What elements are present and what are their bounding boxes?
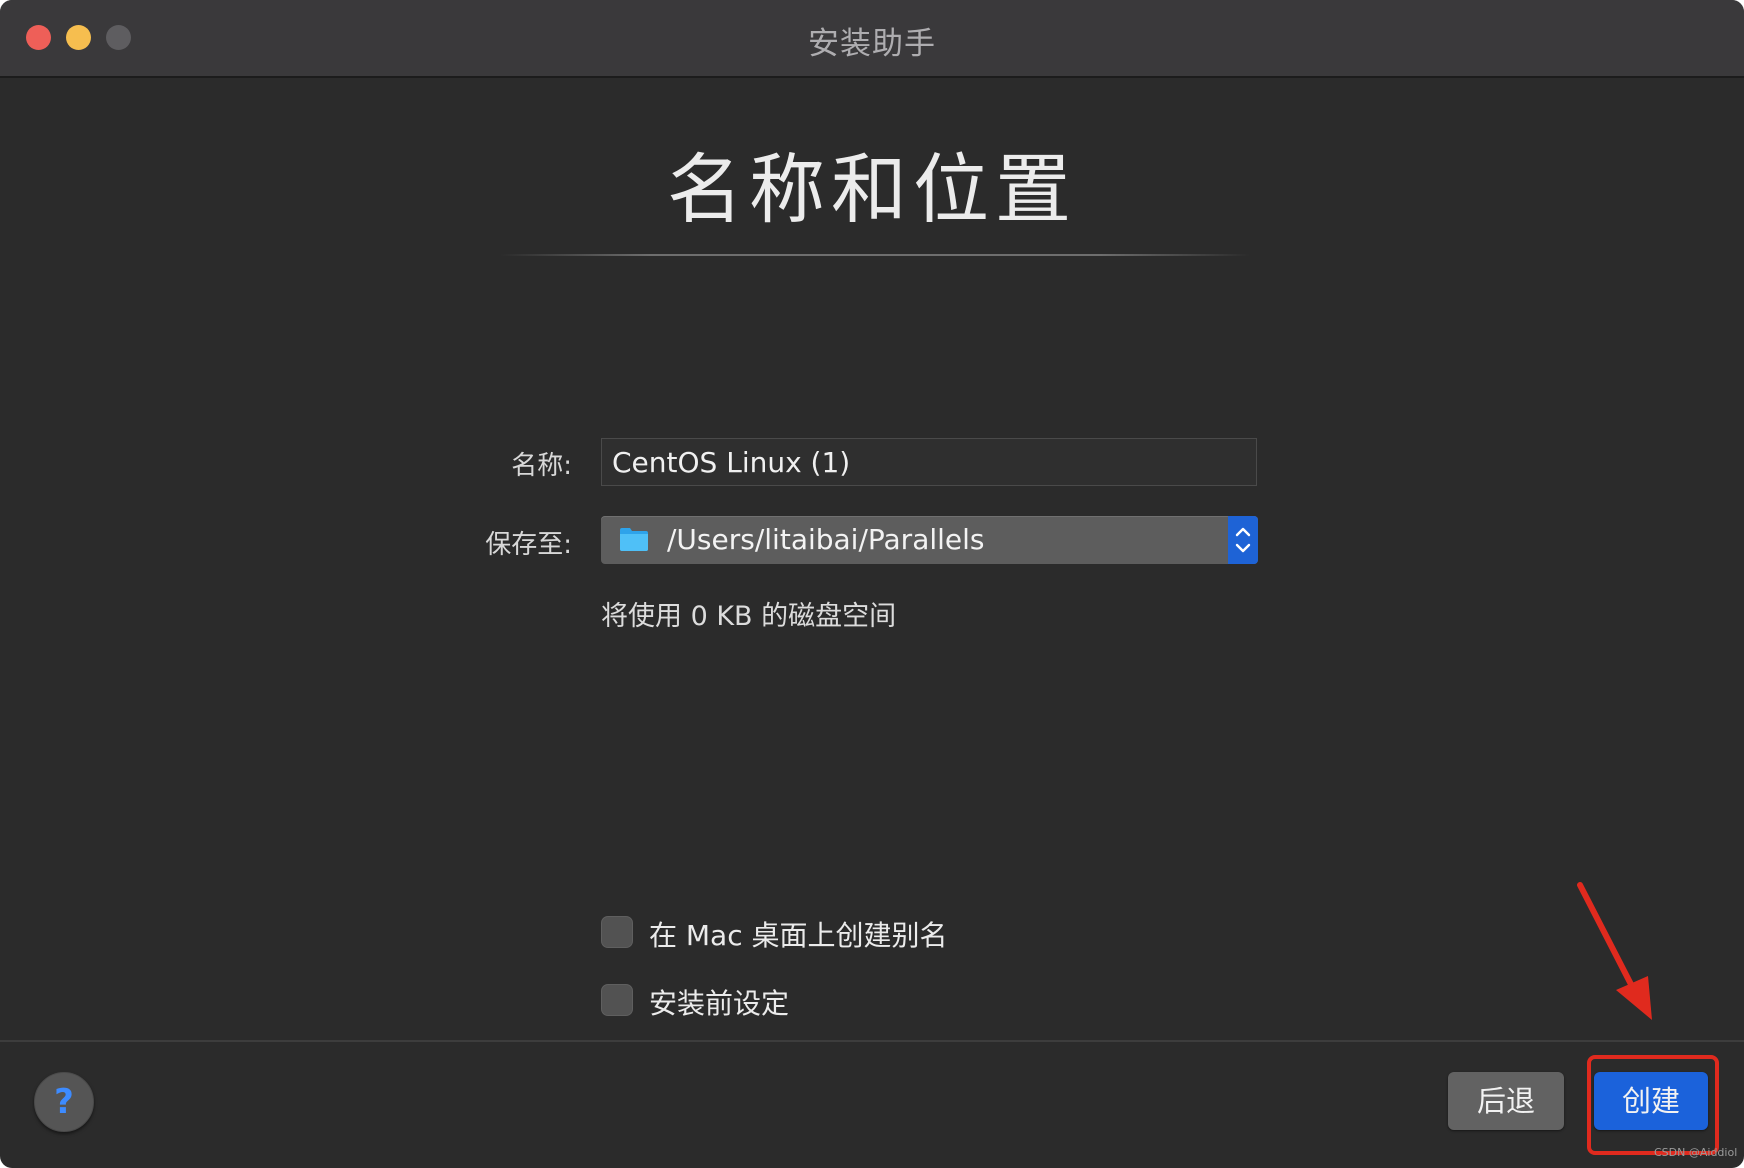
annotation-highlight-box xyxy=(1587,1055,1719,1155)
alias-checkbox-label[interactable]: 在 Mac 桌面上创建别名 xyxy=(649,914,948,954)
installer-window: 安装助手 名称和位置 名称: 保存至: /Users/litaibai/Para… xyxy=(0,0,1744,1168)
help-button[interactable]: ? xyxy=(34,1072,94,1132)
page-title: 名称和位置 xyxy=(667,145,1077,234)
pre-install-checkbox[interactable] xyxy=(601,984,633,1016)
save-location-select[interactable]: /Users/litaibai/Parallels xyxy=(601,516,1258,564)
chevron-up-down-icon xyxy=(1235,527,1251,553)
title-bar: 安装助手 xyxy=(0,0,1744,78)
select-stepper[interactable] xyxy=(1228,516,1258,564)
watermark: CSDN @Aiddiol xyxy=(1654,1146,1738,1159)
disk-usage-text: 将使用 0 KB 的磁盘空间 xyxy=(601,601,897,632)
annotation-arrow-icon xyxy=(1577,882,1652,1020)
save-location-path: /Users/litaibai/Parallels xyxy=(667,523,985,556)
folder-icon xyxy=(620,528,648,551)
alias-checkbox[interactable] xyxy=(601,916,633,948)
footer-divider xyxy=(0,1040,1744,1042)
heading-divider xyxy=(500,254,1250,256)
save-location-label: 保存至: xyxy=(485,530,572,560)
name-label: 名称: xyxy=(511,451,572,481)
pre-install-checkbox-label[interactable]: 安装前设定 xyxy=(649,982,789,1022)
window-title: 安装助手 xyxy=(808,26,936,62)
back-button[interactable]: 后退 xyxy=(1448,1072,1564,1130)
name-input[interactable] xyxy=(601,438,1257,486)
